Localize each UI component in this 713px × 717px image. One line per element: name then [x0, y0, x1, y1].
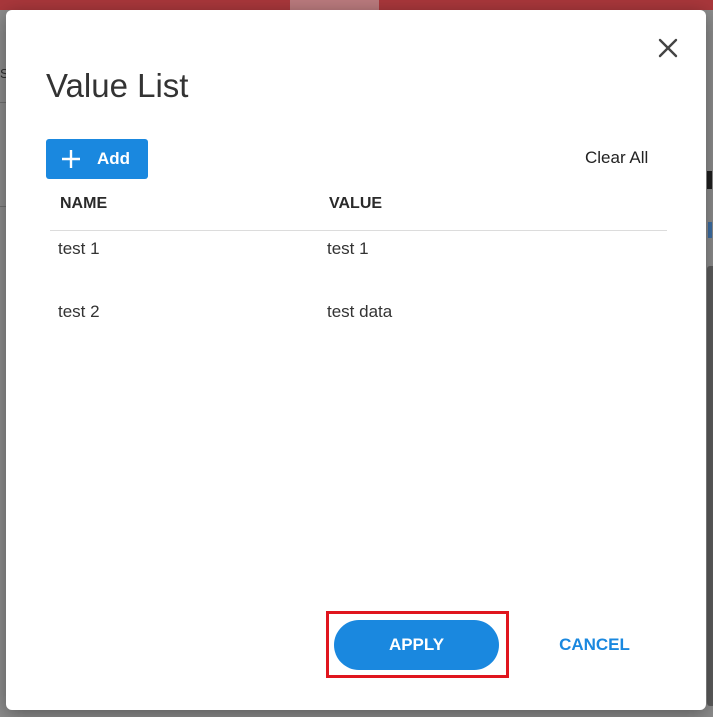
background-bottom-strip: [0, 710, 713, 717]
background-right-mark: [707, 171, 712, 189]
value-table: NAME VALUE test 1 test 1 test 2 test dat…: [50, 185, 667, 357]
close-icon: [658, 38, 678, 58]
apply-button[interactable]: APPLY: [334, 620, 499, 670]
clear-all-button[interactable]: Clear All: [585, 148, 648, 168]
table-row[interactable]: test 2 test data: [50, 294, 667, 357]
table-row[interactable]: test 1 test 1: [50, 231, 667, 294]
cancel-button[interactable]: CANCEL: [552, 620, 637, 670]
dialog-title: Value List: [46, 67, 189, 104]
plus-icon: [62, 150, 80, 168]
background-topbar-tab: [290, 0, 379, 10]
column-header-name: NAME: [60, 195, 108, 212]
column-header-value: VALUE: [329, 195, 383, 212]
background-right-panel: [707, 266, 713, 706]
close-button[interactable]: [654, 34, 682, 62]
row-name-cell: test 1: [58, 239, 100, 258]
row-value-cell: test data: [327, 302, 393, 321]
background-right-icon: [708, 222, 712, 238]
value-list-dialog: Value List Add Clear All NAME VALUE test…: [6, 10, 706, 710]
table-header: NAME VALUE: [50, 185, 667, 231]
add-button-label: Add: [97, 149, 131, 168]
row-value-cell: test 1: [327, 239, 369, 258]
add-button[interactable]: Add: [46, 139, 148, 179]
row-name-cell: test 2: [58, 302, 100, 321]
